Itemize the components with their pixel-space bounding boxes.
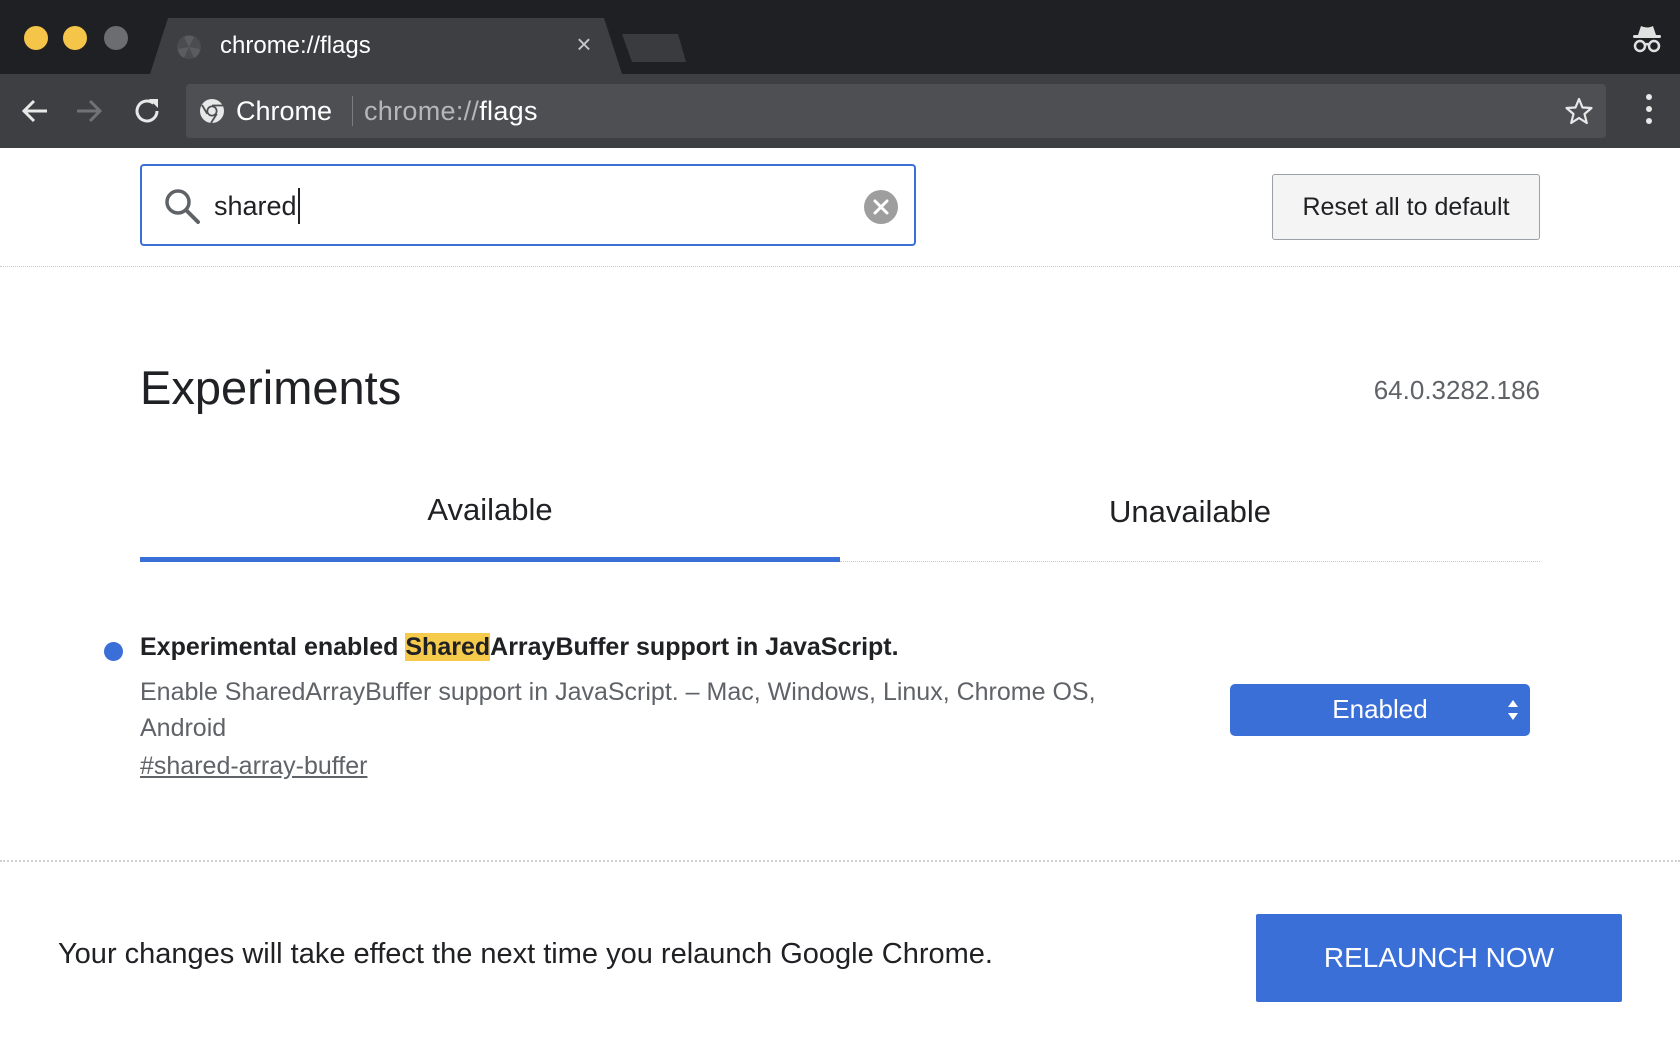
flags-icon	[177, 35, 201, 59]
address-bar[interactable]: Chrome chrome://flags	[186, 84, 1606, 138]
back-arrow-icon	[21, 99, 47, 123]
browser-tab-active[interactable]: chrome://flags ×	[150, 18, 622, 74]
bookmark-star-icon[interactable]	[1564, 96, 1594, 126]
chrome-logo-icon	[200, 99, 224, 124]
experiment-state-select[interactable]: Enabled	[1230, 684, 1530, 736]
site-security-label: Chrome	[236, 96, 333, 126]
reload-button[interactable]	[128, 92, 166, 130]
page-title: Experiments	[140, 361, 402, 414]
experiment-title: Experimental enabled SharedArrayBuffer s…	[140, 633, 899, 662]
modified-indicator-dot	[104, 642, 123, 661]
relaunch-message: Your changes will take effect the next t…	[58, 938, 993, 970]
search-icon	[165, 189, 200, 224]
experiment-description: Enable SharedArrayBuffer support in Java…	[140, 678, 1096, 742]
browser-titlebar: chrome://flags ×	[0, 0, 1680, 74]
search-match-highlight: Shared	[405, 633, 491, 661]
close-window-button[interactable]	[24, 26, 48, 50]
url-scheme: chrome://	[364, 96, 480, 126]
experiment-permalink[interactable]: #shared-array-buffer	[140, 752, 367, 781]
tab-unavailable[interactable]: Unavailable	[840, 482, 1540, 562]
omnibox-divider	[352, 96, 353, 126]
incognito-icon	[1633, 26, 1661, 53]
clear-icon	[873, 199, 889, 215]
reload-icon	[135, 99, 159, 123]
selected-state: Enabled	[1332, 694, 1428, 724]
experiment-title-prefix: Experimental enabled	[140, 633, 406, 661]
minimize-window-button[interactable]	[63, 26, 87, 50]
maximize-window-button[interactable]	[104, 26, 128, 50]
select-arrows-icon	[1508, 700, 1518, 720]
browser-toolbar: Chrome chrome://flags	[0, 74, 1680, 148]
text-caret	[298, 188, 300, 224]
forward-arrow-icon	[77, 99, 103, 123]
header-divider	[0, 266, 1680, 267]
clear-search-button[interactable]	[864, 190, 898, 224]
url-path: flags	[479, 96, 538, 126]
chrome-version: 64.0.3282.186	[1373, 375, 1540, 405]
tab-title: chrome://flags	[220, 32, 371, 59]
new-tab-button[interactable]	[622, 34, 686, 62]
selected-tab-indicator	[140, 557, 840, 562]
tab-available[interactable]: Available	[140, 480, 840, 560]
tabs-divider	[840, 561, 1540, 562]
relaunch-now-button[interactable]: RELAUNCH NOW	[1256, 914, 1622, 1002]
reset-all-button[interactable]: Reset all to default	[1272, 174, 1540, 240]
experiment-title-suffix: ArrayBuffer support in JavaScript.	[490, 633, 899, 661]
url-text: chrome://flags	[364, 96, 538, 127]
browser-menu-icon[interactable]	[1644, 94, 1654, 128]
forward-button[interactable]	[70, 92, 108, 130]
close-tab-icon[interactable]: ×	[570, 30, 598, 58]
flags-search-box[interactable]	[140, 164, 916, 246]
back-button[interactable]	[16, 92, 54, 130]
footer-divider	[0, 860, 1680, 862]
